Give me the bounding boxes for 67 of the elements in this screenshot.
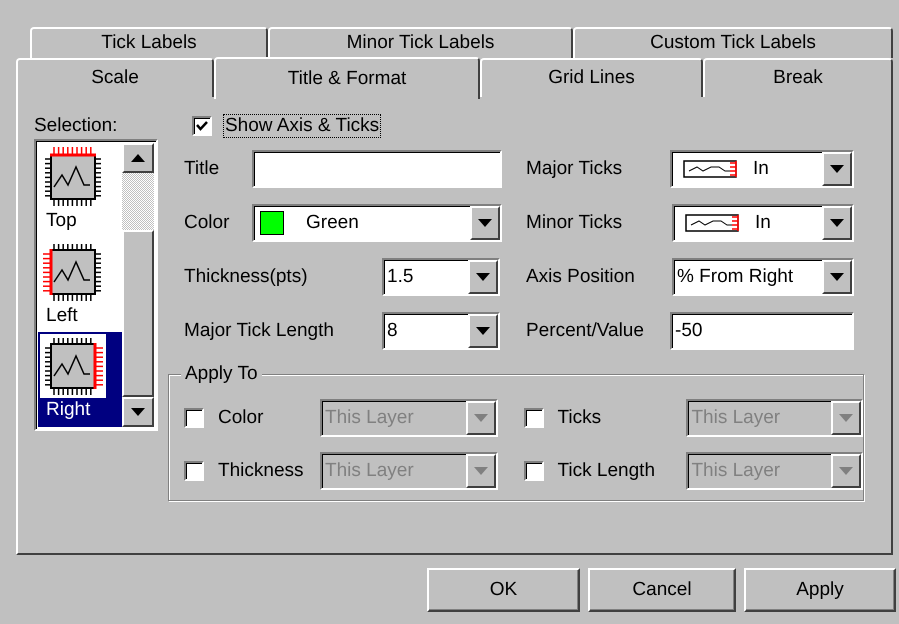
dropdown[interactable]: 8 (382, 312, 500, 350)
field-label: Axis Position (526, 264, 636, 289)
down-arrow-icon (131, 408, 145, 416)
field-value: In (753, 156, 769, 181)
dialog-button[interactable]: Apply (744, 568, 896, 612)
axis-chart-icon (40, 334, 106, 398)
field-value: In (755, 210, 771, 235)
checkbox-label: Tick Length (558, 458, 656, 483)
field-label: Title (184, 156, 220, 181)
group-label: Apply To (181, 362, 262, 386)
dropdown-button[interactable] (468, 314, 498, 348)
checkbox-label: Color (218, 406, 264, 430)
field-label: Percent/Value (526, 318, 645, 343)
dropdown[interactable]: % From Right (672, 258, 854, 296)
checkbox-label: Ticks (558, 406, 602, 430)
dropdown[interactable]: Green (252, 204, 502, 242)
dropdown-button[interactable] (822, 152, 852, 186)
field-value: This Layer (691, 458, 780, 483)
tab[interactable]: Custom Tick Labels (573, 27, 893, 58)
field-label: Thickness(pts) (184, 264, 309, 289)
input-field[interactable]: -50 (670, 312, 854, 350)
checkbox-label: Thickness (218, 458, 305, 483)
dropdown-button[interactable] (468, 260, 498, 294)
caret-icon (839, 467, 853, 475)
field-value: % From Right (677, 264, 794, 289)
caret-icon (830, 165, 844, 173)
caret-icon (839, 414, 853, 422)
caret-icon (476, 327, 490, 335)
caret-icon (474, 467, 488, 475)
field-label: Color (184, 210, 230, 235)
tab[interactable]: Grid Lines (480, 58, 703, 97)
caret-icon (474, 414, 488, 422)
caret-icon (476, 273, 490, 281)
selection-item[interactable]: Right (38, 332, 122, 428)
dropdown-button[interactable] (822, 206, 852, 240)
dialog-button[interactable]: Cancel (588, 568, 736, 612)
dialog-button[interactable]: OK (427, 568, 580, 612)
checkbox-label: Show Axis & Ticks (224, 115, 380, 137)
field-value: This Layer (325, 406, 414, 430)
field-value: 8 (387, 318, 398, 343)
field-value: 1.5 (387, 264, 414, 289)
field-value: This Layer (325, 458, 414, 483)
scroll-down-button[interactable] (122, 397, 154, 427)
dropdown[interactable]: In (670, 150, 854, 188)
tab[interactable]: Break (703, 58, 893, 97)
scroll-thumb[interactable] (122, 230, 154, 397)
dropdown-button[interactable] (470, 206, 500, 240)
check-icon (196, 120, 208, 132)
tab[interactable]: Title & Format (214, 57, 480, 99)
scrollbar[interactable] (122, 143, 154, 427)
field-value: -50 (675, 318, 702, 343)
up-arrow-icon (131, 154, 145, 162)
input-field[interactable] (252, 150, 502, 188)
dropdown-button[interactable] (822, 260, 852, 294)
caret-icon (830, 273, 844, 281)
field-value: Green (306, 210, 359, 235)
checkbox[interactable] (192, 116, 212, 136)
dropdown[interactable]: In (672, 204, 854, 242)
field-label: Major Ticks (526, 156, 624, 181)
scroll-up-button[interactable] (122, 143, 154, 173)
dropdown[interactable]: 1.5 (382, 258, 500, 296)
field-label: Minor Ticks (526, 210, 624, 235)
field-value: This Layer (691, 406, 780, 430)
selection-label: Selection: (34, 115, 118, 137)
caret-icon (830, 219, 844, 227)
field-label: Major Tick Length (184, 318, 335, 343)
caret-icon (478, 219, 492, 227)
